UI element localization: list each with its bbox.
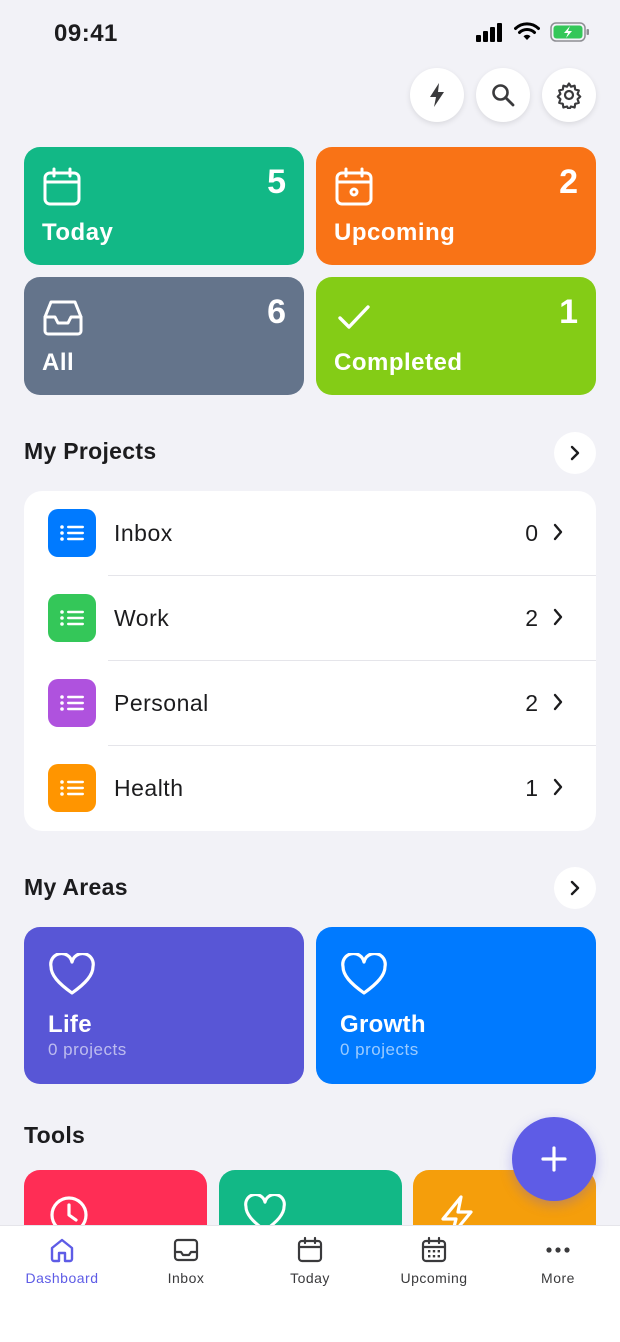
tab-label: Dashboard bbox=[25, 1270, 99, 1286]
area-subtitle: 0 projects bbox=[48, 1040, 127, 1059]
list-icon bbox=[48, 679, 96, 727]
tab-label: Today bbox=[290, 1270, 330, 1286]
tab-more[interactable]: More bbox=[496, 1236, 620, 1286]
summary-count: 2 bbox=[559, 163, 578, 201]
summary-card-upcoming[interactable]: 2 Upcoming bbox=[316, 147, 596, 265]
area-card-growth[interactable]: Growth 0 projects bbox=[316, 927, 596, 1084]
plus-icon bbox=[541, 1146, 567, 1172]
search-icon bbox=[492, 84, 515, 107]
status-icons bbox=[476, 22, 590, 42]
project-name: Inbox bbox=[114, 520, 173, 546]
status-bar: 09:41 bbox=[0, 0, 620, 66]
areas-section-title: My Areas bbox=[24, 874, 128, 900]
summary-card-completed[interactable]: 1 Completed bbox=[316, 277, 596, 395]
calendar-icon bbox=[43, 167, 81, 206]
area-title: Life bbox=[48, 1011, 92, 1038]
project-name: Health bbox=[114, 775, 184, 801]
summary-card-today[interactable]: 5 Today bbox=[24, 147, 304, 265]
chevron-right-icon bbox=[570, 880, 580, 896]
inbox-tray-icon bbox=[173, 1238, 199, 1262]
battery-icon bbox=[550, 22, 589, 42]
checkmark-icon bbox=[338, 305, 370, 329]
projects-see-all-button[interactable] bbox=[554, 432, 596, 474]
areas-see-all-button[interactable] bbox=[554, 867, 596, 909]
signal-icon bbox=[476, 23, 502, 42]
summary-grid: 5 Today 2 Upcoming 6 All 1 Completed bbox=[24, 147, 596, 395]
project-count: 2 bbox=[525, 605, 538, 631]
tab-dashboard[interactable]: Dashboard bbox=[0, 1236, 124, 1286]
top-actions bbox=[410, 68, 596, 122]
summary-count: 6 bbox=[267, 293, 286, 331]
home-icon bbox=[50, 1238, 74, 1263]
inbox-icon bbox=[43, 300, 83, 336]
chevron-right-icon bbox=[570, 445, 580, 461]
list-icon bbox=[48, 764, 96, 812]
chevron-right-icon bbox=[553, 693, 563, 711]
chevron-right-icon bbox=[553, 523, 563, 541]
summary-label: All bbox=[42, 349, 75, 376]
heart-icon bbox=[49, 953, 95, 995]
projects-section-title: My Projects bbox=[24, 438, 157, 464]
status-time: 09:41 bbox=[54, 20, 118, 47]
project-list: Inbox 0 Work 2 Personal 2 Health 1 bbox=[24, 491, 596, 831]
search-button[interactable] bbox=[476, 68, 530, 122]
list-icon bbox=[48, 509, 96, 557]
tab-bar: Dashboard Inbox Today Upcoming More bbox=[0, 1225, 620, 1342]
project-name: Personal bbox=[114, 690, 209, 716]
calendar-grid-icon bbox=[421, 1236, 447, 1263]
add-task-button[interactable] bbox=[512, 1117, 596, 1201]
summary-label: Today bbox=[42, 219, 114, 246]
project-count: 1 bbox=[525, 775, 538, 801]
tab-upcoming[interactable]: Upcoming bbox=[372, 1236, 496, 1286]
area-title: Growth bbox=[340, 1011, 426, 1038]
quick-action-button[interactable] bbox=[410, 68, 464, 122]
summary-card-all[interactable]: 6 All bbox=[24, 277, 304, 395]
chevron-right-icon bbox=[553, 778, 563, 796]
tab-inbox[interactable]: Inbox bbox=[124, 1236, 248, 1286]
project-row-inbox[interactable]: Inbox 0 bbox=[24, 491, 596, 576]
project-count: 0 bbox=[525, 520, 538, 546]
wifi-icon bbox=[514, 22, 540, 40]
tab-label: More bbox=[541, 1270, 575, 1286]
project-row-work[interactable]: Work 2 bbox=[24, 576, 596, 661]
tools-section-title: Tools bbox=[24, 1122, 86, 1148]
heart-icon bbox=[341, 953, 387, 995]
area-card-life[interactable]: Life 0 projects bbox=[24, 927, 304, 1084]
project-row-health[interactable]: Health 1 bbox=[24, 746, 596, 831]
summary-count: 1 bbox=[559, 293, 578, 331]
chevron-right-icon bbox=[553, 608, 563, 626]
calendar-dot-icon bbox=[335, 167, 373, 206]
project-name: Work bbox=[114, 605, 170, 631]
summary-label: Completed bbox=[334, 349, 463, 376]
project-row-personal[interactable]: Personal 2 bbox=[24, 661, 596, 746]
tab-label: Inbox bbox=[167, 1270, 205, 1286]
lightning-icon bbox=[430, 83, 444, 107]
calendar-icon bbox=[297, 1236, 323, 1263]
gear-icon bbox=[556, 82, 582, 109]
summary-label: Upcoming bbox=[334, 219, 456, 246]
settings-button[interactable] bbox=[542, 68, 596, 122]
tab-label: Upcoming bbox=[400, 1270, 468, 1286]
area-subtitle: 0 projects bbox=[340, 1040, 419, 1059]
project-count: 2 bbox=[525, 690, 538, 716]
summary-count: 5 bbox=[267, 163, 286, 201]
tab-today[interactable]: Today bbox=[248, 1236, 372, 1286]
more-dots-icon bbox=[546, 1247, 570, 1253]
list-icon bbox=[48, 594, 96, 642]
